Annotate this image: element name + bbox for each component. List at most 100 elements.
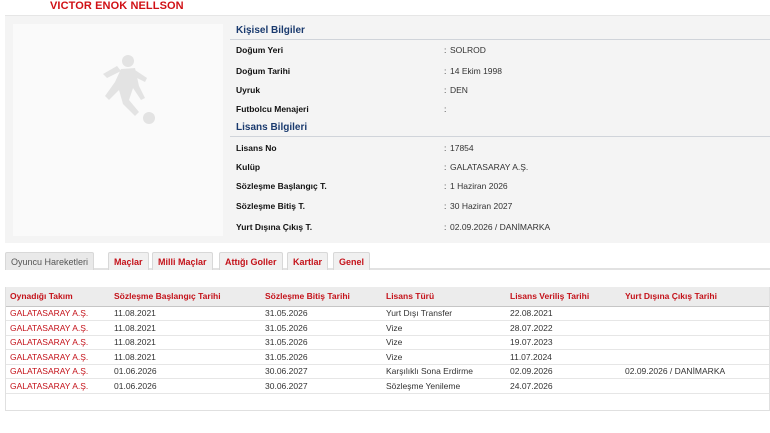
- colon: :: [444, 201, 447, 211]
- movements-table-container: Oynadığı Takım Sözleşme Başlangıç Tarihi…: [5, 287, 770, 411]
- cell-license-date: 22.08.2021: [506, 306, 621, 321]
- section-divider: [230, 136, 770, 137]
- birthdate-label: Doğum Tarihi: [236, 66, 291, 76]
- cell-contract-start: 11.08.2021: [110, 335, 261, 350]
- cell-license-type: Vize: [382, 349, 506, 365]
- birthplace-value: SOLROD: [450, 45, 486, 55]
- birthplace-label: Doğum Yeri: [236, 45, 284, 55]
- cell-license-type: Sözleşme Yenileme: [382, 378, 506, 394]
- club-row: Kulüp : GALATASARAY A.Ş.: [236, 162, 770, 178]
- personal-info-title: Kişisel Bilgiler: [236, 25, 305, 36]
- license-no-row: Lisans No : 17854: [236, 143, 770, 159]
- contract-end-row: Sözleşme Bitiş T. : 30 Haziran 2027: [236, 201, 770, 217]
- colon: :: [444, 45, 447, 55]
- cell-license-type: Vize: [382, 335, 506, 350]
- table-row: GALATASARAY A.Ş. 01.06.2026 30.06.2027 S…: [6, 378, 769, 394]
- agent-label: Futbolcu Menajeri: [236, 104, 309, 114]
- cell-abroad-exit: [621, 335, 769, 350]
- colon: :: [444, 85, 447, 95]
- table-row: GALATASARAY A.Ş. 01.06.2026 30.06.2027 K…: [6, 364, 769, 379]
- cell-license-type: Karşılıklı Sona Erdirme: [382, 364, 506, 379]
- club-value: GALATASARAY A.Ş.: [450, 162, 529, 172]
- movements-table: Oynadığı Takım Sözleşme Başlangıç Tarihi…: [6, 287, 769, 394]
- table-header-row: Oynadığı Takım Sözleşme Başlangıç Tarihi…: [6, 287, 769, 307]
- tab-general[interactable]: Genel: [333, 252, 371, 270]
- tab-matches[interactable]: Maçlar: [108, 252, 149, 270]
- contract-start-label: Sözleşme Başlangıç T.: [236, 181, 327, 191]
- cell-contract-start: 01.06.2026: [110, 378, 261, 394]
- agent-row: Futbolcu Menajeri :: [236, 104, 770, 120]
- cell-contract-end: 30.06.2027: [261, 378, 382, 394]
- colon: :: [444, 104, 447, 114]
- contract-start-value: 1 Haziran 2026: [450, 181, 508, 191]
- table-row: GALATASARAY A.Ş. 11.08.2021 31.05.2026 V…: [6, 320, 769, 336]
- cell-contract-end: 30.06.2027: [261, 364, 382, 379]
- col-abroad-exit: Yurt Dışına Çıkış Tarihi: [621, 287, 769, 307]
- nationality-value: DEN: [450, 85, 468, 95]
- tabs-bar: Oyuncu Hareketleri Maçlar Milli Maçlar A…: [5, 250, 770, 270]
- nationality-label: Uyruk: [236, 85, 261, 95]
- cell-license-date: 24.07.2026: [506, 378, 621, 394]
- cell-license-date: 19.07.2023: [506, 335, 621, 350]
- col-license-type: Lisans Türü: [382, 287, 506, 307]
- cell-contract-start: 11.08.2021: [110, 349, 261, 365]
- cell-contract-end: 31.05.2026: [261, 306, 382, 321]
- license-info-title: Lisans Bilgileri: [236, 122, 308, 133]
- cell-contract-start: 11.08.2021: [110, 306, 261, 321]
- abroad-exit-label: Yurt Dışına Çıkış T.: [236, 222, 313, 232]
- tab-national-matches[interactable]: Milli Maçlar: [152, 252, 213, 270]
- team-link[interactable]: GALATASARAY A.Ş.: [6, 378, 110, 394]
- colon: :: [444, 162, 447, 172]
- license-no-label: Lisans No: [236, 143, 277, 153]
- cell-license-type: Vize: [382, 320, 506, 336]
- table-row: GALATASARAY A.Ş. 11.08.2021 31.05.2026 Y…: [6, 306, 769, 321]
- colon: :: [444, 66, 447, 76]
- colon: :: [444, 181, 447, 191]
- contract-end-value: 30 Haziran 2027: [450, 201, 513, 211]
- abroad-exit-value: 02.09.2026 / DANİMARKA: [450, 222, 551, 232]
- cell-abroad-exit: [621, 349, 769, 365]
- col-team: Oynadığı Takım: [6, 287, 110, 307]
- team-link[interactable]: GALATASARAY A.Ş.: [6, 364, 110, 379]
- team-link[interactable]: GALATASARAY A.Ş.: [6, 320, 110, 336]
- cell-contract-end: 31.05.2026: [261, 349, 382, 365]
- table-row: GALATASARAY A.Ş. 11.08.2021 31.05.2026 V…: [6, 335, 769, 350]
- contract-end-label: Sözleşme Bitiş T.: [236, 201, 305, 211]
- cell-license-date: 02.09.2026: [506, 364, 621, 379]
- cell-license-date: 28.07.2022: [506, 320, 621, 336]
- player-photo: [13, 24, 223, 236]
- cell-contract-end: 31.05.2026: [261, 335, 382, 350]
- colon: :: [444, 143, 447, 153]
- team-link[interactable]: GALATASARAY A.Ş.: [6, 306, 110, 321]
- birthplace-row: Doğum Yeri : SOLROD: [236, 45, 770, 61]
- cell-abroad-exit: 02.09.2026 / DANİMARKA: [621, 364, 769, 379]
- player-silhouette-icon: [103, 55, 155, 124]
- cell-abroad-exit: [621, 378, 769, 394]
- cell-abroad-exit: [621, 306, 769, 321]
- player-name: VICTOR ENOK NELLSON: [50, 0, 184, 12]
- cell-license-type: Yurt Dışı Transfer: [382, 306, 506, 321]
- col-contract-start: Sözleşme Başlangıç Tarihi: [110, 287, 261, 307]
- team-link[interactable]: GALATASARAY A.Ş.: [6, 335, 110, 350]
- birthdate-row: Doğum Tarihi : 14 Ekim 1998: [236, 66, 770, 82]
- contract-start-row: Sözleşme Başlangıç T. : 1 Haziran 2026: [236, 181, 770, 197]
- cell-contract-start: 01.06.2026: [110, 364, 261, 379]
- team-link[interactable]: GALATASARAY A.Ş.: [6, 349, 110, 365]
- abroad-exit-row: Yurt Dışına Çıkış T. : 02.09.2026 / DANİ…: [236, 222, 770, 238]
- col-contract-end: Sözleşme Bitiş Tarihi: [261, 287, 382, 307]
- tab-cards[interactable]: Kartlar: [287, 252, 329, 270]
- license-no-value: 17854: [450, 143, 474, 153]
- cell-contract-end: 31.05.2026: [261, 320, 382, 336]
- nationality-row: Uyruk : DEN: [236, 85, 770, 101]
- section-divider: [230, 39, 770, 40]
- table-row: GALATASARAY A.Ş. 11.08.2021 31.05.2026 V…: [6, 349, 769, 365]
- tab-goals[interactable]: Attığı Goller: [219, 252, 283, 270]
- cell-abroad-exit: [621, 320, 769, 336]
- birthdate-value: 14 Ekim 1998: [450, 66, 502, 76]
- cell-license-date: 11.07.2024: [506, 349, 621, 365]
- col-license-date: Lisans Veriliş Tarihi: [506, 287, 621, 307]
- colon: :: [444, 222, 447, 232]
- club-label: Kulüp: [236, 162, 261, 172]
- tab-player-movements[interactable]: Oyuncu Hareketleri: [5, 252, 95, 270]
- cell-contract-start: 11.08.2021: [110, 320, 261, 336]
